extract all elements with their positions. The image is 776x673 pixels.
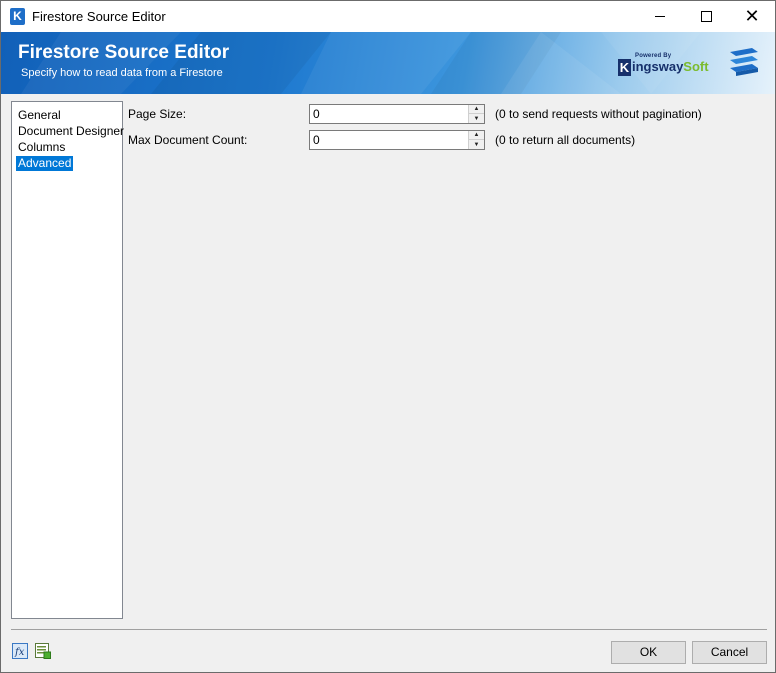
kingswaysoft-k-icon: K (10, 8, 25, 25)
title-bar[interactable]: K Firestore Source Editor ✕ (1, 1, 775, 32)
nav-item-columns[interactable]: Columns (16, 140, 67, 155)
logo-wordmark: ingswaySoft (632, 59, 709, 74)
max-document-count-spinner: ▲ ▼ (309, 130, 485, 150)
max-document-count-spin-down-button[interactable]: ▼ (469, 140, 484, 149)
nav-item-general[interactable]: General (16, 108, 63, 123)
maximize-button[interactable] (683, 1, 729, 32)
page-size-spin-down-button[interactable]: ▼ (469, 114, 484, 123)
logo-word-soft: Soft (683, 59, 709, 74)
max-document-count-label: Max Document Count: (128, 133, 248, 147)
logo-k-mark: K (618, 59, 631, 76)
svg-text:fx: fx (14, 647, 25, 658)
ok-button[interactable]: OK (611, 641, 686, 664)
layers-stack-icon (730, 48, 758, 76)
page-size-label: Page Size: (128, 107, 187, 121)
max-document-count-hint: (0 to return all documents) (495, 133, 636, 147)
dialog-window: K Firestore Source Editor ✕ Firestore So… (0, 0, 776, 673)
page-size-spin-up-button[interactable]: ▲ (469, 105, 484, 114)
banner-subtitle: Specify how to read data from a Firestor… (21, 67, 223, 79)
max-document-count-input[interactable] (310, 131, 460, 149)
expression-fx-icon[interactable]: fx (12, 643, 28, 659)
maximize-icon (700, 11, 712, 22)
header-banner: Firestore Source Editor Specify how to r… (1, 32, 775, 94)
page-size-input[interactable] (310, 105, 460, 123)
nav-item-advanced[interactable]: Advanced (16, 156, 74, 171)
close-button[interactable]: ✕ (729, 1, 775, 32)
kingswaysoft-logo: Powered By K ingswaySoft (618, 50, 710, 80)
page-size-spin-buttons: ▲ ▼ (468, 105, 484, 123)
minimize-button[interactable] (637, 1, 683, 32)
footer-separator (11, 629, 767, 630)
page-size-spinner: ▲ ▼ (309, 104, 485, 124)
banner-title: Firestore Source Editor (18, 42, 230, 63)
max-document-count-spin-up-button[interactable]: ▲ (469, 131, 484, 140)
minimize-icon (655, 16, 665, 17)
nav-item-document-designer[interactable]: Document Designer (16, 124, 126, 139)
logo-word-main: ingsway (632, 59, 684, 74)
max-document-count-spin-buttons: ▲ ▼ (468, 131, 484, 149)
variables-icon[interactable] (35, 643, 51, 659)
page-size-hint: (0 to send requests without pagination) (495, 107, 702, 121)
close-icon: ✕ (744, 5, 760, 27)
settings-nav-list: General Document Designer Columns Advanc… (11, 101, 126, 619)
window-title: Firestore Source Editor (32, 9, 166, 24)
cancel-button[interactable]: Cancel (692, 641, 767, 664)
